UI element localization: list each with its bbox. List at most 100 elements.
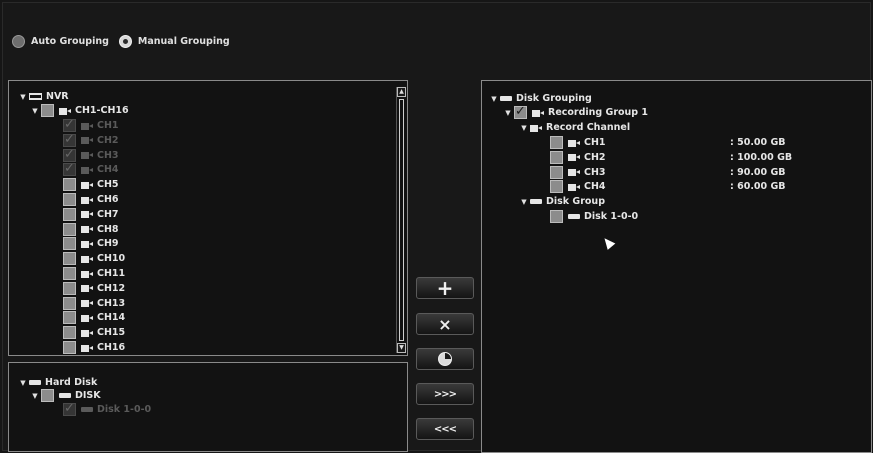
channel-checkbox[interactable] [63, 207, 76, 221]
channel-checkbox[interactable] [63, 178, 76, 192]
record-channel-checkbox[interactable] [550, 180, 563, 194]
nvr-scrollbar[interactable]: ▲ ▼ [396, 87, 406, 353]
disk-usage-button[interactable] [416, 348, 474, 370]
record-channel-label: CH1 [584, 137, 606, 148]
disk-group-label: DISK [75, 390, 101, 401]
camera-icon [81, 255, 93, 263]
channel-checkbox[interactable] [63, 341, 76, 354]
channel-item[interactable]: CH11 [63, 266, 125, 281]
channel-checkbox[interactable] [63, 311, 76, 325]
channel-group-checkbox[interactable] [41, 104, 54, 117]
add-button[interactable]: + [416, 276, 474, 300]
channel-item[interactable]: CH12 [63, 281, 125, 296]
record-channel-size: : 100.00 GB [730, 151, 793, 163]
record-channel-label: Record Channel [546, 122, 631, 133]
channel-label: CH14 [97, 312, 126, 324]
move-right-button[interactable]: >>> [416, 383, 474, 405]
disk-group-checkbox[interactable] [41, 389, 54, 402]
collapse-arrow-icon[interactable]: ▼ [17, 93, 29, 101]
channel-label: CH3 [97, 149, 119, 161]
channel-label: CH15 [97, 327, 126, 339]
channel-label: CH2 [97, 134, 119, 146]
channel-checkbox[interactable] [63, 252, 76, 266]
channel-item[interactable]: CH7 [63, 207, 119, 222]
remove-button[interactable]: × [416, 313, 474, 335]
channel-item[interactable]: CH9 [63, 236, 119, 251]
channel-label: CH13 [97, 297, 126, 309]
channel-group-label: CH1-CH16 [75, 105, 129, 116]
channel-checkbox[interactable] [63, 237, 76, 251]
scroll-up-icon[interactable]: ▲ [397, 87, 406, 97]
collapse-arrow-icon[interactable]: ▼ [29, 107, 41, 115]
manual-grouping-option[interactable]: Manual Grouping [118, 35, 230, 48]
channel-checkbox[interactable] [63, 281, 76, 295]
manual-grouping-radio[interactable] [118, 35, 132, 48]
disk-item-checkbox [63, 401, 76, 416]
record-channel-checkbox[interactable] [550, 165, 563, 179]
grouped-disk-checkbox[interactable] [550, 210, 563, 223]
record-channel-size: : 90.00 GB [730, 166, 786, 178]
camera-icon [81, 122, 93, 130]
camera-icon [532, 109, 544, 117]
channel-item[interactable]: CH14 [63, 310, 125, 325]
channel-item[interactable]: CH10 [63, 251, 125, 266]
collapse-arrow-icon[interactable]: ▼ [488, 95, 500, 103]
nvr-icon [29, 93, 42, 100]
record-channel-label: CH4 [584, 181, 606, 193]
camera-icon [81, 270, 93, 278]
record-channel-checkbox[interactable] [550, 150, 563, 164]
manual-grouping-label: Manual Grouping [137, 36, 230, 47]
channel-label: CH6 [97, 194, 119, 205]
disk-group-node[interactable]: ▼ Disk Group [518, 194, 605, 209]
auto-grouping-label: Auto Grouping [31, 36, 109, 47]
move-left-button[interactable]: <<< [416, 418, 474, 440]
channel-item: CH3 [63, 147, 119, 163]
channel-checkbox[interactable] [63, 267, 76, 280]
channel-checkbox[interactable] [63, 326, 76, 340]
channel-checkbox[interactable] [63, 193, 76, 206]
collapse-arrow-icon[interactable]: ▼ [502, 109, 514, 117]
recording-group-node[interactable]: ▼ Recording Group 1 [502, 104, 648, 120]
grouped-disk-item[interactable]: Disk 1-0-0 [550, 209, 638, 224]
auto-grouping-option[interactable]: Auto Grouping [12, 35, 109, 48]
scroll-down-icon[interactable]: ▼ [397, 343, 406, 353]
disk-grouping-panel: ▼ Disk Grouping ▼ Recording Group 1 ▼ Re… [481, 80, 872, 453]
disk-icon [59, 393, 71, 398]
collapse-arrow-icon[interactable]: ▼ [29, 392, 41, 400]
channel-item[interactable]: CH8 [63, 222, 119, 237]
disk-grouping-root-node[interactable]: ▼ Disk Grouping [488, 91, 592, 106]
channel-group-node[interactable]: ▼ CH1-CH16 [29, 103, 129, 118]
channel-item: CH4 [63, 161, 119, 177]
record-channel-item[interactable]: CH4 [550, 179, 606, 194]
channel-checkbox[interactable] [63, 222, 76, 236]
disk-item: Disk 1-0-0 [63, 401, 152, 417]
record-channel-item[interactable]: CH3 [550, 165, 606, 180]
collapse-arrow-icon[interactable]: ▼ [518, 124, 530, 132]
channel-label: CH1 [97, 120, 119, 131]
channel-item[interactable]: CH6 [63, 192, 119, 207]
channel-item[interactable]: CH15 [63, 325, 125, 340]
channel-item[interactable]: CH13 [63, 296, 125, 311]
record-channel-size: : 50.00 GB [730, 137, 786, 148]
recording-group-checkbox[interactable] [514, 104, 527, 119]
nvr-root-node[interactable]: ▼ NVR [17, 89, 68, 104]
collapse-arrow-icon[interactable]: ▼ [17, 379, 29, 387]
nvr-channel-panel: ▼ NVR ▼ CH1-CH16 CH1 CH2 CH3 CH4 CH5 CH6 CH7 CH… [8, 80, 408, 356]
record-channel-item[interactable]: CH1 [550, 135, 606, 150]
channel-item[interactable]: CH16 [63, 340, 125, 355]
disk-group-label: Disk Group [546, 196, 605, 207]
camera-icon [81, 314, 93, 322]
auto-grouping-radio[interactable] [12, 35, 25, 48]
channel-item[interactable]: CH5 [63, 177, 119, 192]
record-channel-item[interactable]: CH2 [550, 150, 606, 165]
record-channel-node[interactable]: ▼ Record Channel [518, 120, 630, 135]
channel-checkbox [63, 132, 76, 147]
record-channel-checkbox[interactable] [550, 136, 563, 149]
collapse-arrow-icon[interactable]: ▼ [518, 198, 530, 206]
scroll-thumb[interactable] [399, 99, 404, 341]
camera-icon [568, 153, 580, 162]
disk-grouping-root-label: Disk Grouping [516, 93, 592, 104]
disk-item-label: Disk 1-0-0 [97, 404, 152, 415]
camera-icon [568, 139, 580, 147]
channel-checkbox[interactable] [63, 296, 76, 310]
